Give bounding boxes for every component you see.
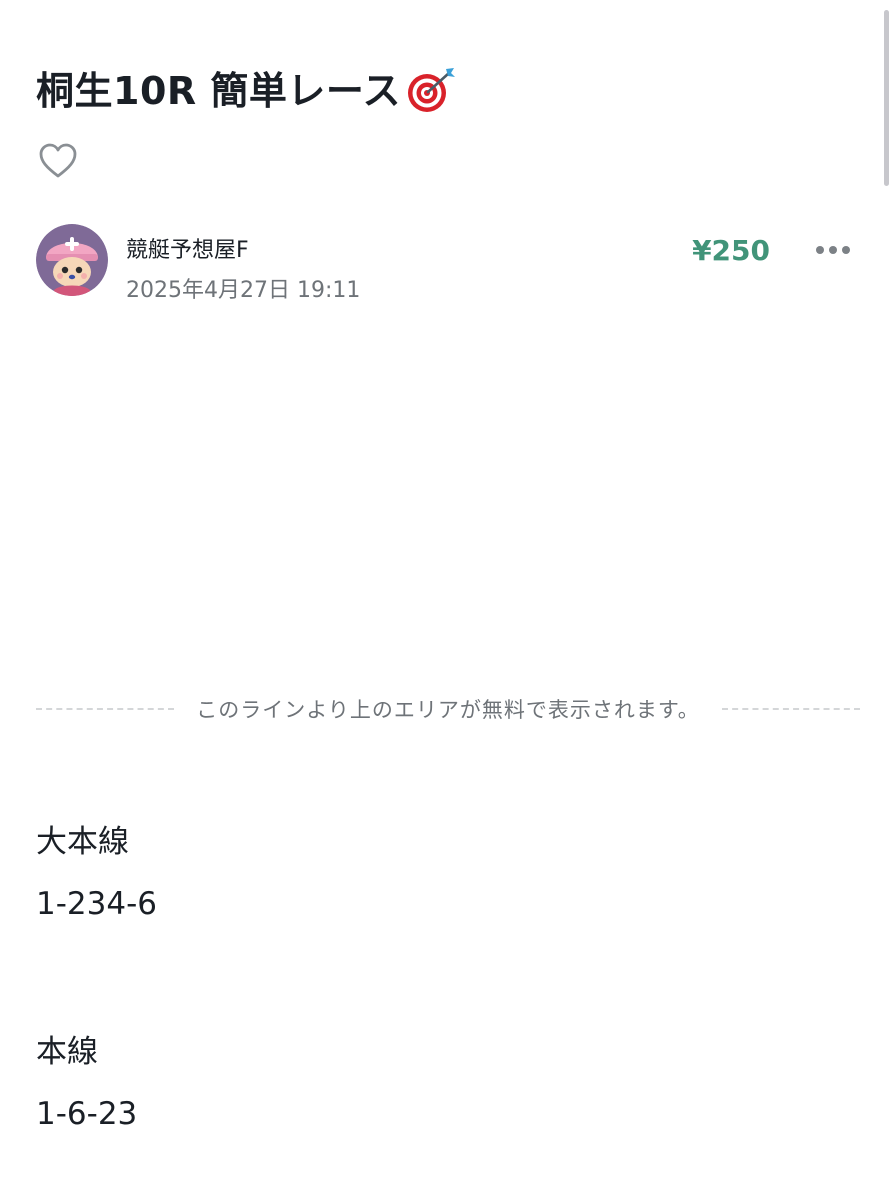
price-label: ¥250 <box>692 234 770 267</box>
character-avatar-icon <box>36 224 108 296</box>
more-horizontal-icon[interactable] <box>814 240 852 260</box>
article-title-text: 桐生10R 簡単レース <box>36 69 401 113</box>
direct-hit-target-icon <box>405 65 457 115</box>
content-line: 1-6-23 <box>36 1096 138 1132</box>
post-date: 2025年4月27日 19:11 <box>126 278 361 303</box>
avatar[interactable] <box>36 224 108 296</box>
content-line: 大本線 <box>36 824 129 860</box>
article-page: 桐生10R 簡単レース 競艇予想屋F 2025年4月27日 19:11 ¥250… <box>0 0 895 1200</box>
content-line: 本線 <box>36 1034 98 1070</box>
author-row: 競艇予想屋F 2025年4月27日 19:11 ¥250 <box>36 224 856 303</box>
paywall-divider: このラインより上のエリアが無料で表示されます。 <box>36 694 861 724</box>
like-heart-icon[interactable] <box>38 142 78 180</box>
paywall-notice: このラインより上のエリアが無料で表示されます。 <box>196 698 700 722</box>
divider-dash-left <box>36 708 175 710</box>
scrollbar[interactable] <box>884 10 889 186</box>
author-name[interactable]: 競艇予想屋F <box>126 232 249 264</box>
divider-dash-right <box>721 708 861 710</box>
article-title: 桐生10R 簡単レース <box>36 60 457 115</box>
content-line: 1-234-6 <box>36 886 157 922</box>
